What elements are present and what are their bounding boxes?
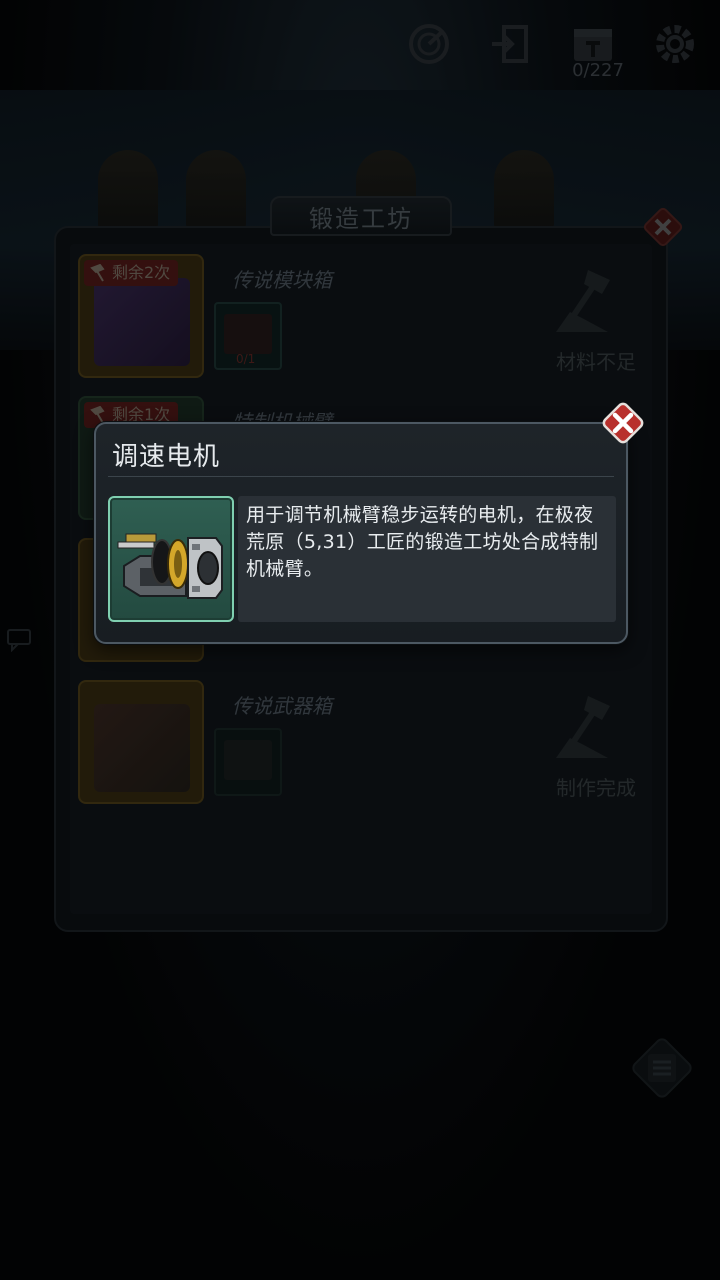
item-description-box: 用于调节机械臂稳步运转的电机，在极夜荒原（5,31）工匠的锻造工坊处合成特制机械… <box>238 496 616 622</box>
item-name: 调速电机 <box>112 442 221 472</box>
popup-close-button[interactable] <box>598 398 648 448</box>
item-icon-frame <box>108 496 234 622</box>
popup-divider <box>108 476 614 477</box>
item-detail-popup: 调速电机 用于调节机械臂稳步运转的电机，在极夜荒原（5,31）工匠的锻造工坊处合… <box>94 422 628 644</box>
motor-icon <box>117 533 223 599</box>
item-description: 用于调节机械臂稳步运转的电机，在极夜荒原（5,31）工匠的锻造工坊处合成特制机械… <box>246 504 599 580</box>
